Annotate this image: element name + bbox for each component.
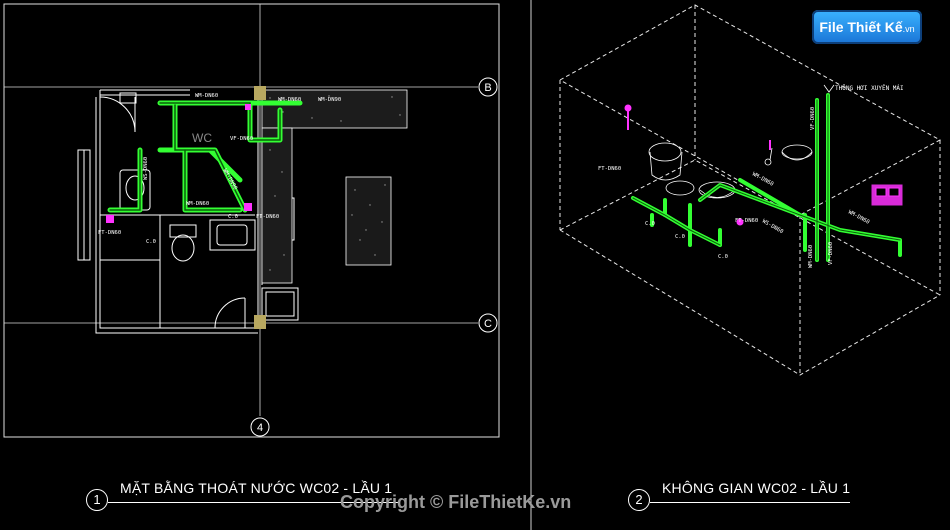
iso-tag-8: VF-DN60: [828, 242, 834, 265]
grid-label-b: B: [484, 82, 491, 94]
fixture-marker: [245, 104, 251, 110]
grid-bubble-c: C: [478, 313, 498, 333]
plan-tag-6: WS-DN60: [143, 157, 149, 180]
iso-elev-2: C.0: [675, 234, 685, 240]
logo-suffix: .vn: [902, 24, 915, 34]
hatched-counters: [261, 89, 408, 284]
cad-drawing-canvas: B C 4 WM-DN60 WM-DN60 WM-DN90 WM-DN90 WM…: [3, 0, 942, 530]
floor-drain-marker: [106, 215, 114, 223]
iso-tag-3: WS-DN60: [761, 219, 784, 236]
grid-bubble-b: B: [478, 77, 498, 97]
plan-tag-8: FT-DN60: [98, 230, 121, 236]
logo-text: File Thiết Kế: [819, 19, 903, 35]
copyright-watermark: Copyright © FileThietKe.vn: [340, 492, 572, 512]
plan-tag-7: VF-DN60: [230, 136, 253, 142]
floor-drain-marker-2: [244, 203, 252, 211]
iso-elev-1: C.0: [645, 221, 655, 227]
grid-bubble-4: 4: [250, 417, 270, 437]
plan-elev-1: C.0: [146, 239, 156, 245]
iso-tag-5: VF-DN60: [810, 107, 816, 130]
iso-tag-6: WM-DN60: [847, 209, 870, 225]
view-title-2: KHÔNG GIAN WC02 - LẦU 1: [662, 480, 851, 496]
plan-tag-9: FT-DN60: [256, 214, 279, 220]
pipe-shaft-top: [254, 86, 266, 100]
grid-label-4: 4: [257, 422, 263, 434]
iso-elev-3: C.0: [718, 254, 728, 260]
iso-tag-4: WM-DN60: [751, 171, 774, 187]
grid-label-c: C: [484, 318, 492, 330]
plan-tag-5: WM-DN60: [186, 201, 209, 207]
plan-tag-3: WM-DN90: [318, 97, 341, 103]
view-number-2: 2: [628, 489, 650, 511]
plan-tag-2: WM-DN60: [278, 97, 301, 103]
iso-tag-1: FT-DN60: [598, 166, 621, 172]
plan-tag-1: WM-DN60: [195, 93, 218, 99]
iso-pipe-tags: FT-DN60 FT-DN60 WS-DN60 WM-DN60 VF-DN60 …: [598, 84, 904, 268]
pipe-shaft-bottom: [254, 315, 266, 329]
iso-tag-2: FT-DN60: [735, 218, 758, 224]
plan-elev-2: C.0: [228, 214, 238, 220]
filethietke-logo[interactable]: File Thiết Kế.vn: [812, 10, 922, 44]
room-label: WC: [192, 131, 212, 145]
iso-tag-7: WM-DN60: [808, 245, 814, 268]
view-title-2-underline: [650, 502, 850, 503]
view-number-1: 1: [86, 489, 108, 511]
vent-arrow: [823, 84, 835, 93]
iso-vent-note: THÔNG HƠI XUYÊN MÁI: [835, 84, 904, 92]
